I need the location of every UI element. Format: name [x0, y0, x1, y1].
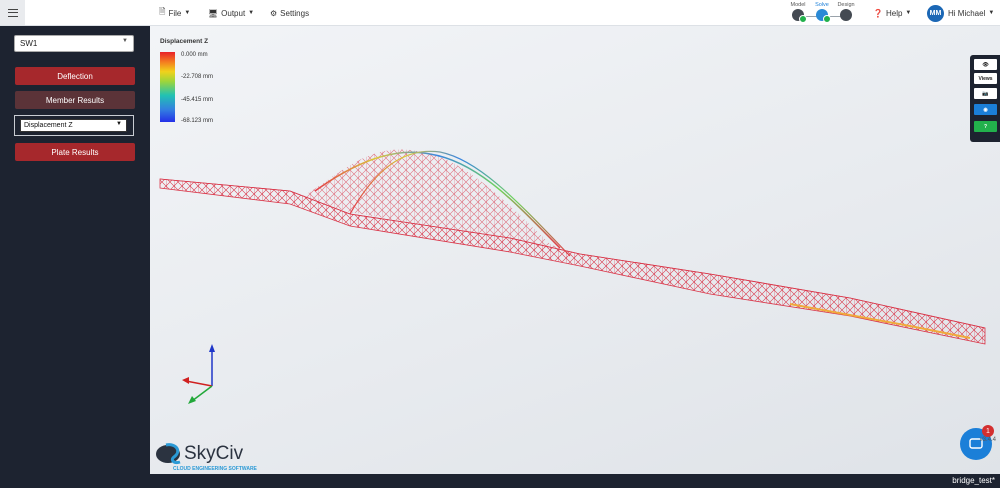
- monitor-icon: 🖥: [208, 8, 219, 18]
- chat-button[interactable]: 1: [960, 425, 994, 460]
- result-type-value: Displacement Z: [24, 122, 73, 129]
- user-greeting: Hi Michael: [948, 8, 986, 18]
- logo-tagline: CLOUD ENGINEERING SOFTWARE: [173, 466, 258, 472]
- view-toolbar: 👁 Views 📷 ◉ ?: [970, 55, 1000, 142]
- bridge-model: [159, 149, 986, 404]
- version-label: v3.4.4: [979, 437, 996, 443]
- question-icon[interactable]: ?: [974, 121, 997, 132]
- user-menu[interactable]: Hi Michael ▼: [948, 0, 994, 26]
- chevron-down-icon: ▼: [248, 10, 255, 16]
- file-menu[interactable]: 🗎 File ▼: [159, 0, 190, 26]
- logo-wordmark: SkyCiv: [184, 443, 244, 464]
- camera-icon[interactable]: 📷: [974, 88, 997, 99]
- bridge-deck: [159, 178, 986, 345]
- check-icon: [823, 15, 831, 23]
- load-combo-value: SW1: [20, 39, 38, 48]
- chevron-down-icon: ▼: [905, 10, 912, 16]
- menu-icon[interactable]: [0, 0, 25, 25]
- cube-icon[interactable]: ◉: [974, 104, 997, 115]
- file-name: bridge_test*: [952, 476, 995, 485]
- eye-icon[interactable]: 👁: [974, 59, 997, 70]
- member-results-button[interactable]: Member Results: [15, 91, 135, 109]
- deflection-button[interactable]: Deflection: [15, 67, 135, 85]
- output-menu-label: Output: [221, 8, 246, 18]
- stage-design-label: Design: [837, 2, 855, 8]
- help-menu[interactable]: ❓ Help ▼: [873, 0, 911, 26]
- help-icon: ❓: [873, 8, 883, 18]
- file-menu-label: File: [168, 8, 182, 18]
- model-icon: [792, 9, 807, 23]
- chat-badge: 1: [982, 425, 994, 437]
- status-bar: bridge_test*: [0, 474, 1000, 488]
- result-type-select[interactable]: Displacement Z ▼: [20, 119, 127, 132]
- chevron-down-icon: ▼: [988, 10, 995, 16]
- axis-triad: [182, 344, 215, 404]
- help-menu-label: Help: [885, 8, 903, 18]
- result-type-container: Displacement Z ▼: [14, 115, 134, 136]
- top-bar: 🗎 File ▼ 🖥 Output ▼ ⚙ Settings Model Sol…: [0, 0, 1000, 26]
- gear-icon: ⚙: [270, 8, 278, 18]
- solve-icon: [816, 9, 831, 23]
- avatar[interactable]: MM: [927, 5, 944, 22]
- chevron-down-icon: ▼: [122, 38, 128, 44]
- plate-results-button[interactable]: Plate Results: [15, 143, 135, 161]
- settings-menu-label: Settings: [280, 8, 310, 18]
- chevron-down-icon: ▼: [184, 10, 191, 16]
- file-icon: 🗎: [159, 7, 166, 16]
- output-menu[interactable]: 🖥 Output ▼: [208, 0, 254, 26]
- chevron-down-icon: ▼: [116, 121, 122, 127]
- design-icon: [840, 9, 852, 21]
- 3d-viewport[interactable]: Displacement Z 0.000 mm -22.708 mm -45.4…: [150, 26, 1000, 474]
- stage-design[interactable]: Design: [831, 2, 861, 21]
- check-icon: [799, 15, 807, 23]
- views-button[interactable]: Views: [974, 73, 997, 84]
- load-combo-select[interactable]: SW1 ▼: [14, 35, 134, 52]
- skyciv-logo: SkyCiv CLOUD ENGINEERING SOFTWARE: [152, 437, 272, 473]
- bridge-arch: [300, 149, 580, 258]
- settings-menu[interactable]: ⚙ Settings: [270, 0, 309, 26]
